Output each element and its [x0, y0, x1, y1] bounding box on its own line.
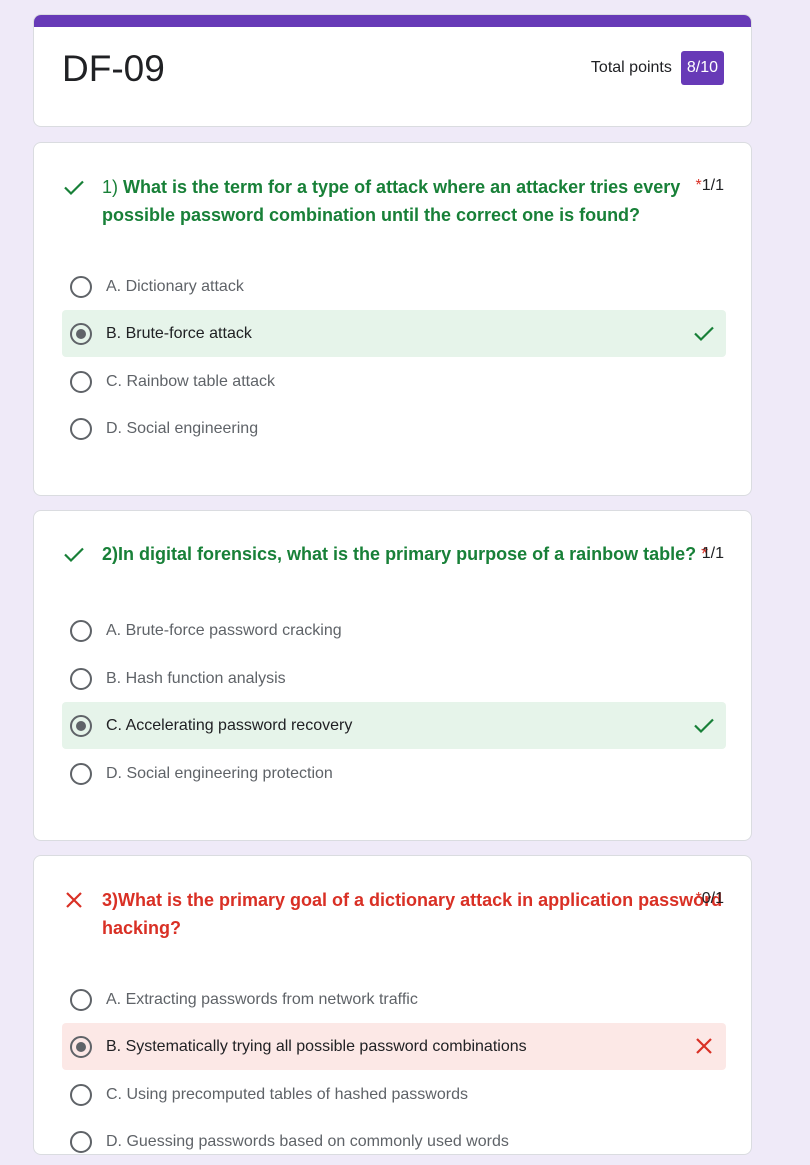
question-score: *1/1	[696, 177, 724, 195]
question-line-2: possible password combination until the …	[102, 205, 641, 225]
option-label: B. Systematically trying all possible pa…	[106, 1037, 527, 1055]
question-score: 1/1	[702, 545, 724, 563]
total-points: Total points 8/10	[591, 51, 724, 85]
option-label: C. Rainbow table attack	[106, 372, 275, 390]
total-points-badge: 8/10	[680, 51, 724, 85]
question-card-2: 2)In digital forensics, what is the prim…	[33, 510, 752, 841]
option-b-selected[interactable]: B. Systematically trying all possible pa…	[62, 1023, 726, 1070]
check-icon	[694, 718, 714, 734]
option-c-selected[interactable]: C. Accelerating password recovery	[62, 702, 726, 749]
radio-button[interactable]	[70, 619, 92, 642]
option-label: C. Using precomputed tables of hashed pa…	[106, 1085, 468, 1103]
radio-button[interactable]	[70, 417, 92, 440]
option-a[interactable]: A. Brute-force password cracking	[62, 607, 726, 654]
check-icon	[694, 326, 714, 342]
score-value: 0/1	[701, 890, 724, 907]
radio-button[interactable]	[70, 1083, 92, 1106]
radio-button[interactable]	[70, 667, 92, 690]
score-value: 1/1	[701, 545, 724, 562]
question-card-3: 3)What is the primary goal of a dictiona…	[33, 855, 752, 1155]
option-label: A. Brute-force password cracking	[106, 621, 342, 639]
question-text: 2)In digital forensics, what is the prim…	[102, 540, 708, 568]
option-label: B. Brute-force attack	[106, 324, 252, 342]
option-a[interactable]: A. Extracting passwords from network tra…	[62, 976, 726, 1023]
header-accent-bar	[34, 15, 751, 27]
radio-button[interactable]	[70, 275, 92, 298]
cross-icon	[66, 892, 82, 908]
option-d[interactable]: D. Social engineering protection	[62, 750, 726, 797]
option-label: D. Social engineering	[106, 419, 259, 437]
form-header-card: DF-09 Total points 8/10	[33, 14, 752, 127]
option-a[interactable]: A. Dictionary attack	[62, 263, 726, 310]
option-label: C. Accelerating password recovery	[106, 716, 353, 734]
score-value: 1/1	[701, 177, 724, 194]
radio-button-checked[interactable]	[70, 322, 92, 345]
option-b[interactable]: B. Hash function analysis	[62, 655, 726, 702]
option-label: A. Extracting passwords from network tra…	[106, 990, 418, 1008]
option-label: B. Hash function analysis	[106, 669, 286, 687]
cross-icon	[696, 1038, 712, 1054]
question-line-1: What is the primary goal of a dictionary…	[118, 890, 723, 910]
radio-button[interactable]	[70, 762, 92, 785]
radio-button-checked[interactable]	[70, 1035, 92, 1058]
question-text: 3)What is the primary goal of a dictiona…	[102, 886, 722, 942]
option-c[interactable]: C. Rainbow table attack	[62, 358, 726, 405]
check-icon	[64, 180, 84, 196]
radio-button[interactable]	[70, 988, 92, 1011]
radio-button-checked[interactable]	[70, 714, 92, 737]
radio-button[interactable]	[70, 370, 92, 393]
option-label: D. Social engineering protection	[106, 764, 333, 782]
option-b-selected[interactable]: B. Brute-force attack	[62, 310, 726, 357]
check-icon	[64, 547, 84, 563]
question-number: 3)	[102, 890, 119, 910]
option-c[interactable]: C. Using precomputed tables of hashed pa…	[62, 1071, 726, 1118]
question-line-1: In digital forensics, what is the primar…	[118, 544, 697, 564]
total-points-label: Total points	[590, 59, 672, 76]
question-line-2: hacking?	[102, 918, 182, 938]
question-card-1: 1) What is the term for a type of attack…	[33, 142, 752, 496]
question-number: 1)	[102, 177, 119, 197]
question-line-1: What is the term for a type of attack wh…	[123, 177, 681, 197]
question-text: 1) What is the term for a type of attack…	[102, 173, 680, 229]
question-score: *0/1	[696, 890, 724, 908]
question-number: 2)	[102, 544, 119, 564]
option-d[interactable]: D. Social engineering	[62, 405, 726, 452]
option-label: A. Dictionary attack	[106, 277, 244, 295]
form-title: DF-09	[62, 48, 165, 89]
